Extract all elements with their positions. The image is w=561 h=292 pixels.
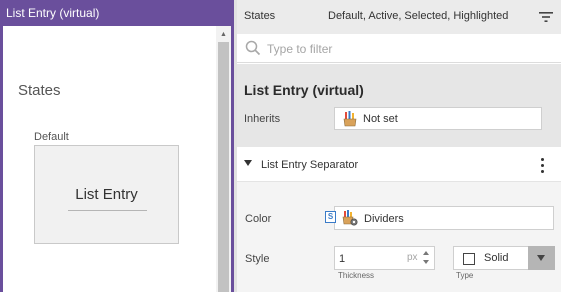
thickness-spinner[interactable] bbox=[421, 247, 435, 269]
states-value[interactable]: Default, Active, Selected, Highlighted bbox=[328, 10, 508, 22]
color-selector[interactable]: Dividers bbox=[334, 206, 554, 230]
preview-default-state-box[interactable]: List Entry bbox=[34, 145, 179, 244]
triangle-down-icon[interactable] bbox=[244, 160, 252, 166]
search-icon bbox=[245, 40, 261, 56]
scroll-up-arrow-icon[interactable]: ▲ bbox=[216, 30, 231, 40]
states-bar: States Default, Active, Selected, Highli… bbox=[237, 0, 561, 34]
color-label: Color bbox=[245, 213, 272, 225]
scroll-thumb[interactable] bbox=[218, 42, 229, 292]
style-dropdown-button[interactable] bbox=[528, 246, 555, 270]
section-header-list-entry-separator[interactable]: List Entry Separator bbox=[237, 148, 561, 182]
section-title: List Entry Separator bbox=[261, 159, 359, 171]
filter-input[interactable] bbox=[267, 39, 547, 58]
solid-swatch-icon bbox=[463, 253, 475, 265]
inherits-selector[interactable]: Not set bbox=[334, 107, 542, 130]
preview-title: List Entry (virtual) bbox=[0, 0, 234, 26]
preview-scrollbar[interactable]: ▲ bbox=[216, 26, 231, 292]
states-label: States bbox=[244, 10, 276, 22]
style-source-icon[interactable]: S bbox=[325, 211, 336, 223]
spin-up-icon[interactable] bbox=[423, 251, 429, 255]
type-caption: Type bbox=[456, 271, 474, 280]
spin-down-icon[interactable] bbox=[423, 260, 429, 264]
thickness-unit: px bbox=[407, 252, 418, 263]
preview-default-label: Default bbox=[34, 131, 69, 143]
preview-left-border bbox=[0, 26, 3, 292]
kebab-menu-icon[interactable] bbox=[538, 156, 548, 174]
properties-panel: States Default, Active, Selected, Highli… bbox=[237, 0, 561, 292]
separator-properties: Color Dividers S Style px Thickness bbox=[237, 182, 561, 292]
preview-states-heading: States bbox=[18, 82, 61, 99]
thickness-input[interactable] bbox=[339, 251, 399, 267]
preview-list-entry-separator bbox=[68, 210, 147, 211]
thickness-caption: Thickness bbox=[338, 271, 375, 280]
inherits-label: Inherits bbox=[244, 113, 281, 125]
chevron-down-icon bbox=[537, 255, 545, 261]
filter-lines-icon[interactable] bbox=[539, 11, 553, 23]
class-title: List Entry (virtual) bbox=[244, 82, 364, 98]
inherits-value: Not set bbox=[363, 113, 398, 125]
style-type-select[interactable]: Solid bbox=[453, 246, 555, 270]
class-section: List Entry (virtual) Inherits Not set bbox=[237, 64, 561, 147]
filter-row bbox=[237, 34, 561, 63]
pencil-cup-gear-icon bbox=[342, 210, 358, 226]
preview-list-entry-text: List Entry bbox=[75, 186, 138, 203]
pencil-cup-icon bbox=[343, 111, 357, 127]
preview-panel: List Entry (virtual) States Default List… bbox=[0, 0, 234, 292]
style-label: Style bbox=[245, 253, 270, 265]
thickness-stepper[interactable]: px bbox=[334, 246, 435, 270]
style-type-value: Solid bbox=[484, 252, 509, 264]
color-value: Dividers bbox=[364, 213, 404, 225]
